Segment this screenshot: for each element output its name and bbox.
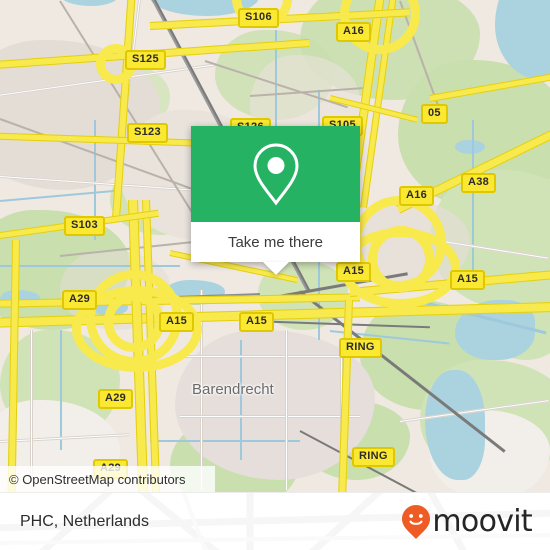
road-shield: A15 xyxy=(239,312,275,332)
moovit-smiley-pin-icon xyxy=(402,504,431,539)
attribution-text: © OpenStreetMap contributors xyxy=(9,471,186,487)
moovit-logo[interactable]: moovit xyxy=(401,503,533,540)
road-shield: S123 xyxy=(127,123,168,143)
road-shield: A15 xyxy=(159,312,195,332)
location-title: PHC, Netherlands xyxy=(20,512,149,530)
callout-pin-area xyxy=(191,126,360,222)
moovit-map-screenshot: Barendrecht S106A16S125S123S126S10505A16… xyxy=(0,0,550,550)
road-shield: RING xyxy=(339,338,382,358)
road-shield: A16 xyxy=(399,186,435,206)
location-callout-card[interactable]: Take me there xyxy=(191,126,360,275)
map-attribution[interactable]: © OpenStreetMap contributors xyxy=(0,466,215,492)
road-shield: A29 xyxy=(62,290,98,310)
take-me-there-label: Take me there xyxy=(227,233,324,251)
road-shield: A16 xyxy=(336,22,372,42)
road-shield: A15 xyxy=(450,270,486,290)
road-shield: RING xyxy=(352,447,395,467)
moovit-wordmark: moovit xyxy=(432,503,532,539)
bottom-bar: PHC, Netherlands moovit xyxy=(0,492,550,550)
road-shield: A38 xyxy=(461,173,497,193)
road-shield: A15 xyxy=(336,262,372,282)
road-shield: S106 xyxy=(238,8,279,28)
map-pin-icon xyxy=(252,143,299,206)
road-shield: 05 xyxy=(421,104,448,124)
road-shield: S125 xyxy=(125,50,166,70)
road-shield: S103 xyxy=(64,216,105,236)
road-shield: A29 xyxy=(98,389,134,409)
callout-pointer-arrow xyxy=(262,262,289,275)
take-me-there-button[interactable]: Take me there xyxy=(191,222,360,262)
map-canvas[interactable]: Barendrecht S106A16S125S123S126S10505A16… xyxy=(0,0,550,492)
